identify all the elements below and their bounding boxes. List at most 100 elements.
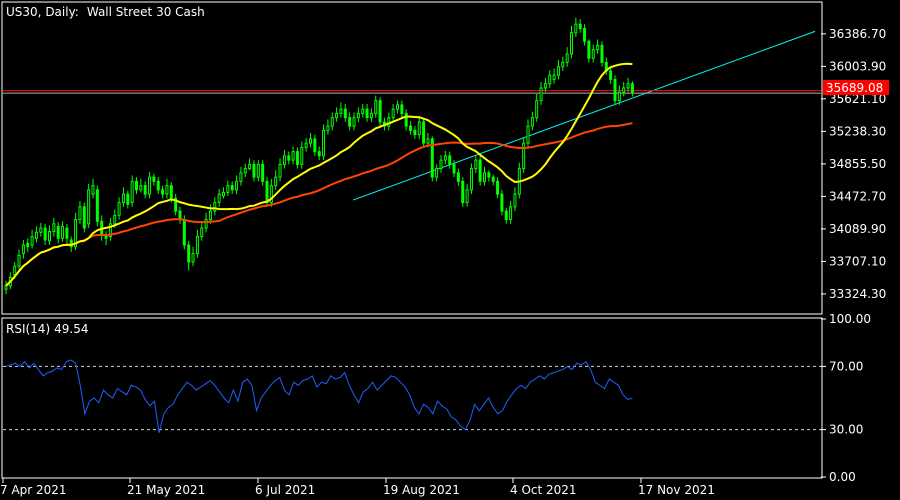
candle-body bbox=[513, 193, 517, 208]
candle-body bbox=[339, 108, 343, 114]
x-tick-label: 19 Aug 2021 bbox=[383, 483, 460, 497]
candle-body bbox=[91, 185, 95, 195]
candle-body bbox=[226, 185, 230, 193]
candle-body bbox=[265, 180, 269, 204]
candle-body bbox=[596, 44, 600, 51]
price-tick-label: 35238.30 bbox=[829, 124, 886, 138]
candle-body bbox=[539, 87, 543, 102]
candle-body bbox=[287, 155, 291, 161]
candle-body bbox=[322, 129, 326, 157]
candle-body bbox=[204, 219, 208, 229]
candle-body bbox=[396, 104, 399, 110]
price-tick-label: 36386.70 bbox=[829, 27, 886, 41]
candle-body bbox=[365, 108, 369, 119]
candle-body bbox=[626, 83, 630, 89]
candle-body bbox=[222, 191, 225, 197]
candle-body bbox=[130, 180, 134, 204]
candle-body bbox=[452, 163, 456, 174]
rsi-indicator-label: RSI(14) bbox=[6, 322, 50, 336]
candle-body bbox=[282, 155, 286, 165]
candle-body bbox=[200, 227, 204, 238]
x-tick-label: 21 May 2021 bbox=[127, 483, 205, 497]
candle-body bbox=[483, 172, 486, 182]
candle-body bbox=[578, 23, 582, 29]
candle-body bbox=[391, 108, 395, 119]
candle-body bbox=[583, 27, 587, 42]
candle-body bbox=[256, 163, 260, 178]
x-tick-label: 7 Apr 2021 bbox=[0, 483, 67, 497]
candle-body bbox=[195, 236, 199, 255]
price-tick-label: 34089.90 bbox=[829, 222, 886, 236]
candle-body bbox=[526, 125, 530, 144]
rsi-title: RSI(14) 49.54 bbox=[6, 322, 89, 336]
candle-body bbox=[13, 265, 17, 276]
candle-body bbox=[56, 225, 60, 239]
candle-body bbox=[82, 206, 86, 229]
candle-body bbox=[352, 117, 356, 127]
candle-body bbox=[456, 172, 460, 182]
chart-canvas: 36386.7036003.9035621.1035238.3034855.50… bbox=[0, 0, 900, 500]
candle-body bbox=[491, 176, 495, 182]
candle-body bbox=[309, 138, 312, 144]
chart-title: US30, Daily: Wall Street 30 Cash bbox=[6, 5, 205, 19]
candle-body bbox=[435, 168, 439, 178]
candle-body bbox=[187, 244, 191, 263]
candle-body bbox=[343, 108, 347, 119]
candle-body bbox=[317, 151, 321, 157]
candle-body bbox=[330, 117, 334, 127]
candle-body bbox=[39, 227, 43, 233]
candle-body bbox=[21, 244, 25, 255]
price-tick-label: 34855.50 bbox=[829, 157, 886, 171]
candle-body bbox=[87, 189, 91, 225]
candle-body bbox=[478, 159, 482, 182]
candle-body bbox=[613, 78, 617, 102]
candle-body bbox=[609, 70, 613, 80]
rsi-indicator-value: 49.54 bbox=[54, 322, 88, 336]
price-axis: 36386.7036003.9035621.1035238.3034855.50… bbox=[821, 27, 886, 301]
current-price-label: 35689.08 bbox=[826, 81, 883, 95]
candle-body bbox=[422, 121, 426, 144]
candle-body bbox=[400, 104, 404, 114]
candle-body bbox=[152, 176, 156, 182]
candle-body bbox=[374, 100, 378, 114]
candle-body bbox=[556, 66, 560, 76]
candle-body bbox=[617, 91, 621, 102]
candle-body bbox=[121, 193, 125, 204]
candle-body bbox=[591, 49, 595, 59]
candle-body bbox=[587, 40, 591, 59]
candle-body bbox=[48, 230, 51, 242]
candle-body bbox=[230, 185, 234, 191]
candle-body bbox=[465, 189, 469, 204]
candle-body bbox=[313, 138, 317, 153]
candle-body bbox=[500, 193, 504, 212]
candle-body bbox=[239, 172, 243, 182]
candle-body bbox=[52, 223, 56, 232]
candle-body bbox=[535, 100, 539, 119]
title-separator: , bbox=[38, 5, 46, 19]
candle-body bbox=[469, 168, 473, 191]
x-tick-label: 6 Jul 2021 bbox=[255, 483, 315, 497]
candle-body bbox=[404, 112, 408, 127]
candle-body bbox=[34, 231, 38, 239]
candle-body bbox=[361, 108, 365, 114]
price-tick-label: 33324.30 bbox=[829, 287, 886, 301]
candle-body bbox=[474, 159, 478, 170]
candle-body bbox=[295, 151, 299, 165]
candle-body bbox=[439, 159, 443, 170]
candle-body bbox=[252, 163, 256, 178]
candle-body bbox=[552, 74, 556, 80]
instrument-label: Wall Street 30 Cash bbox=[87, 5, 205, 19]
candle-body bbox=[61, 225, 65, 239]
rsi-tick-label: 100.00 bbox=[829, 312, 871, 326]
candle-body bbox=[208, 210, 212, 221]
rsi-tick-label: 30.00 bbox=[829, 423, 863, 437]
candle-body bbox=[426, 138, 430, 144]
candle-body bbox=[117, 202, 121, 216]
candle-body bbox=[191, 253, 195, 263]
candle-body bbox=[243, 168, 247, 174]
candle-body bbox=[217, 193, 221, 204]
candle-body bbox=[235, 180, 239, 191]
candle-body bbox=[548, 74, 552, 85]
rsi-tick-label: 0.00 bbox=[829, 470, 856, 484]
price-tick-label: 34472.70 bbox=[829, 189, 886, 203]
